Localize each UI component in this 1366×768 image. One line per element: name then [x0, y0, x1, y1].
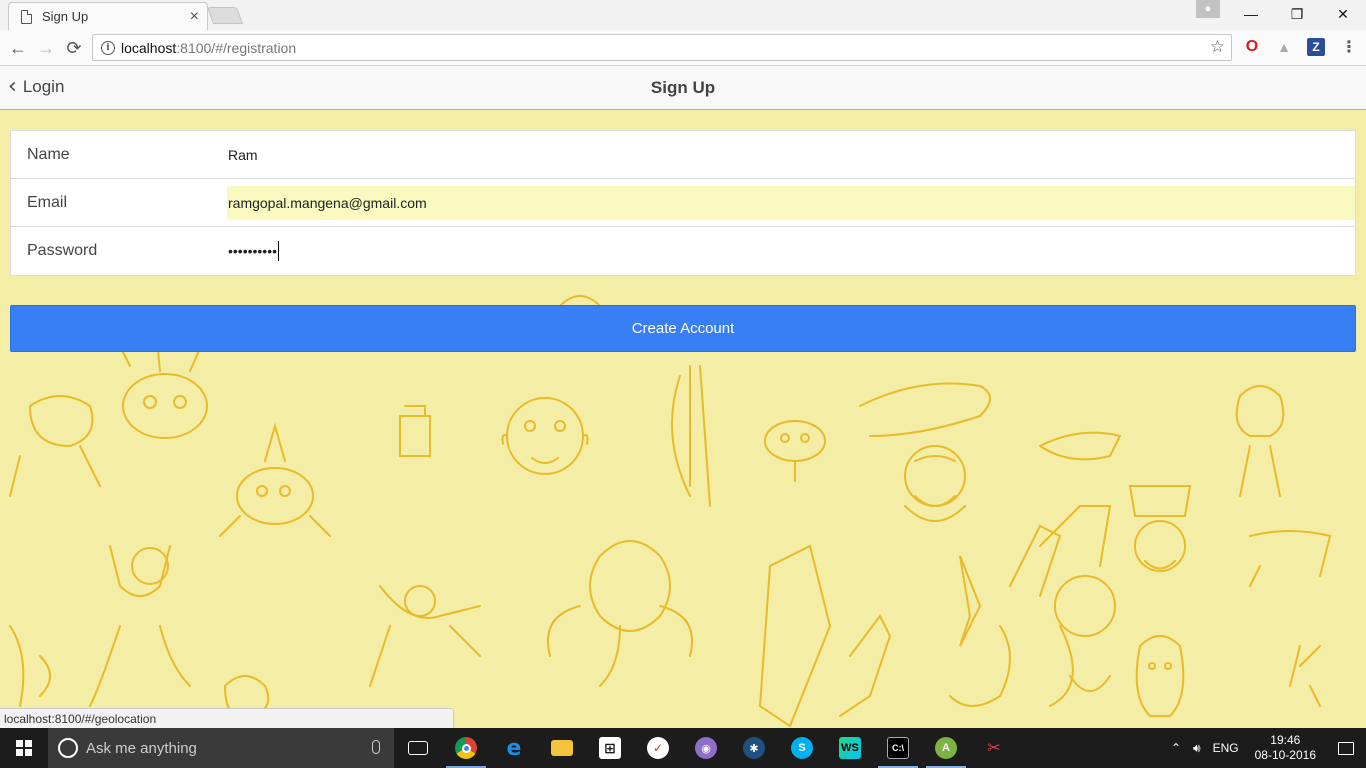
- menu-icon[interactable]: ⋮: [1340, 38, 1358, 56]
- webstorm-icon[interactable]: WS: [826, 728, 874, 768]
- minimize-button[interactable]: —: [1228, 0, 1274, 28]
- browser-tab-strip: Sign Up × ● — ❐ ✕: [0, 0, 1366, 30]
- password-field[interactable]: ••••••••••: [227, 234, 1355, 268]
- profile-icon[interactable]: ●: [1196, 0, 1220, 18]
- password-row: Password ••••••••••: [11, 227, 1355, 275]
- start-button[interactable]: [0, 728, 48, 768]
- password-label: Password: [27, 242, 98, 259]
- store-icon[interactable]: ⊞: [586, 728, 634, 768]
- browser-tab[interactable]: Sign Up ×: [8, 2, 208, 30]
- text-caret: [278, 241, 280, 261]
- command-prompt-icon[interactable]: C:\: [874, 728, 922, 768]
- document-icon: [21, 9, 32, 24]
- app-page: ‹ Login Sign Up Name Ram Email ramgopal.…: [0, 66, 1366, 728]
- cortana-search-box[interactable]: Ask me anything: [48, 728, 394, 768]
- android-studio-icon[interactable]: A: [922, 728, 970, 768]
- z-extension-icon[interactable]: Z: [1307, 38, 1325, 56]
- email-field[interactable]: ramgopal.mangena@gmail.com: [227, 185, 1355, 220]
- task-view-icon[interactable]: [394, 728, 442, 768]
- clock-date: 08-10-2016: [1254, 748, 1316, 762]
- taskbar: Ask me anything e ⊞ ✓ ◉ ✱ S WS C:\ A ✂ ⌃…: [0, 728, 1366, 768]
- url-host: localhost: [121, 39, 177, 56]
- file-explorer-icon[interactable]: [538, 728, 586, 768]
- forward-button[interactable]: →: [34, 36, 58, 60]
- chrome-icon[interactable]: [442, 728, 490, 768]
- new-tab-button[interactable]: [206, 7, 244, 24]
- windows-logo-icon: [16, 740, 32, 756]
- snipping-tool-icon[interactable]: ✂: [970, 728, 1018, 768]
- restore-button[interactable]: ❐: [1274, 0, 1320, 28]
- microphone-icon[interactable]: [372, 740, 380, 754]
- password-value: ••••••••••: [228, 243, 278, 259]
- clock[interactable]: 19:46 08-10-2016: [1245, 733, 1326, 763]
- tab-title: Sign Up: [42, 9, 89, 24]
- close-window-button[interactable]: ✕: [1320, 0, 1366, 28]
- status-bar: localhost:8100/#/geolocation: [0, 708, 454, 728]
- skype-icon[interactable]: S: [778, 728, 826, 768]
- back-button[interactable]: ←: [6, 36, 30, 60]
- address-bar[interactable]: i localhost :8100/#/registration ☆: [92, 34, 1232, 61]
- email-label: Email: [27, 193, 68, 211]
- bookmark-star-icon[interactable]: ☆: [1210, 37, 1225, 57]
- signup-form: Name Ram Email ramgopal.mangena@gmail.co…: [10, 130, 1356, 276]
- search-placeholder: Ask me anything: [86, 739, 197, 757]
- name-row: Name Ram: [11, 131, 1355, 179]
- browser-toolbar: ← → ⟳ i localhost :8100/#/registration ☆…: [0, 30, 1366, 66]
- news-icon[interactable]: ✓: [634, 728, 682, 768]
- email-row: Email ramgopal.mangena@gmail.com: [11, 179, 1355, 227]
- reload-button[interactable]: ⟳: [62, 36, 86, 60]
- show-hidden-icons-chevron-icon[interactable]: ⌃: [1165, 741, 1187, 755]
- create-account-button[interactable]: Create Account: [10, 305, 1356, 352]
- page-title: Sign Up: [650, 78, 716, 97]
- app-header: ‹ Login Sign Up: [0, 66, 1366, 110]
- volume-icon[interactable]: 🔊︎: [1187, 741, 1207, 756]
- info-icon[interactable]: i: [101, 40, 115, 55]
- name-field[interactable]: Ram: [227, 138, 1355, 172]
- tab-close-button[interactable]: ×: [190, 8, 199, 26]
- sourcetree-icon[interactable]: ✱: [730, 728, 778, 768]
- name-label: Name: [27, 145, 70, 163]
- cortana-icon: [58, 738, 78, 758]
- url-path: :8100/#/registration: [176, 39, 297, 56]
- action-center-icon[interactable]: [1326, 728, 1366, 768]
- opera-icon[interactable]: O: [1243, 38, 1261, 56]
- language-indicator[interactable]: ENG: [1207, 741, 1245, 755]
- system-tray: ⌃ 🔊︎ ENG 19:46 08-10-2016: [1165, 728, 1366, 768]
- drive-icon[interactable]: ▲: [1275, 38, 1293, 56]
- github-desktop-icon[interactable]: ◉: [682, 728, 730, 768]
- clock-time: 19:46: [1270, 733, 1301, 747]
- edge-icon[interactable]: e: [490, 728, 538, 768]
